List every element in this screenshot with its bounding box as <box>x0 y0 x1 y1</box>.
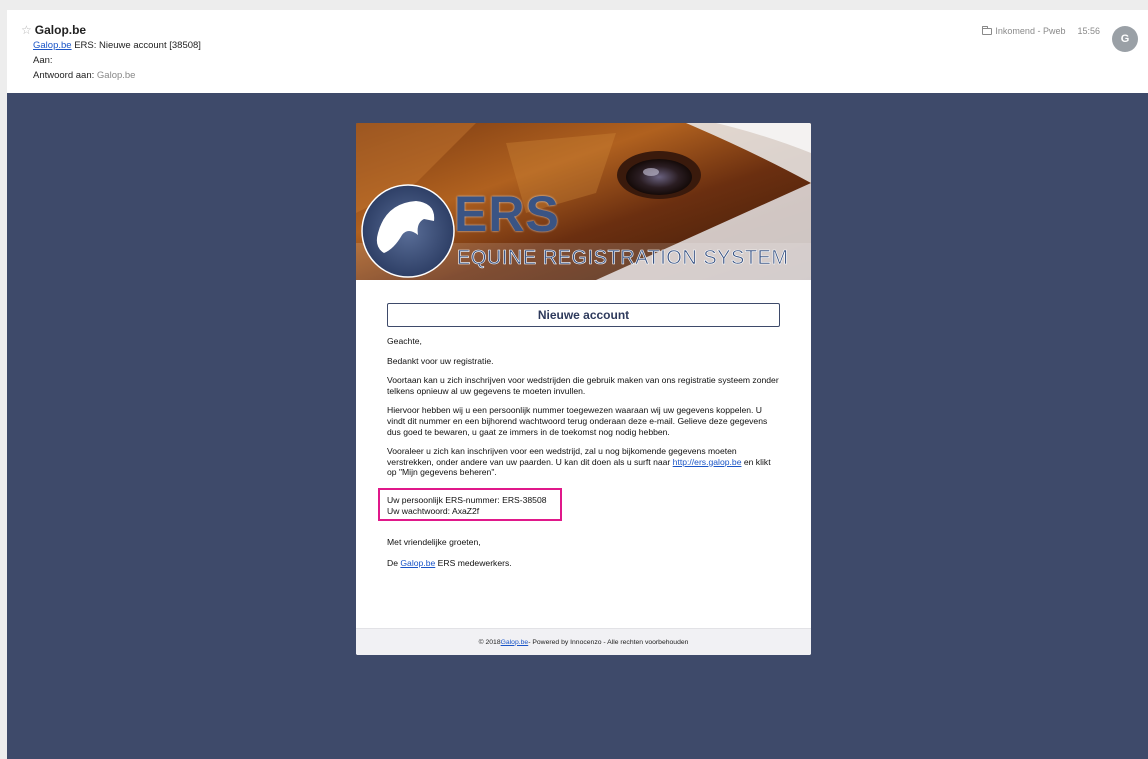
signoff-link[interactable]: Galop.be <box>400 558 435 568</box>
avatar[interactable]: G <box>1112 26 1138 52</box>
footer-copyright: © 2018 <box>478 638 501 646</box>
logo-subtitle: EQUINE REGISTRATION SYSTEM <box>457 247 789 270</box>
greeting: Geachte, <box>387 336 422 346</box>
signoff-text-end: ERS medewerkers. <box>435 558 512 568</box>
reply-to-line: Antwoord aan: Galop.be <box>33 70 135 81</box>
sender-name: Galop.be <box>34 23 87 37</box>
folder-name[interactable]: Inkomend - Pweb <box>995 26 1065 36</box>
password: Uw wachtwoord: AxaZ2f <box>387 505 480 516</box>
email-title: Nieuwe account <box>387 303 780 327</box>
reply-to-label: Antwoord aan: <box>33 70 95 81</box>
paragraph-registration: Voortaan kan u zich inschrijven voor wed… <box>387 375 779 396</box>
signoff-text: De <box>387 558 401 568</box>
message-time: 15:56 <box>1077 26 1100 36</box>
paragraph-instructions: Vooraleer u zich kan inschrijven voor ee… <box>387 446 782 478</box>
footer-text: - Powered by Innocenzo - Alle rechten vo… <box>528 638 689 646</box>
email-header: ☆ Galop.be Galop.be ERS: Nieuwe account [… <box>7 10 1148 93</box>
ers-site-link[interactable]: http://ers.galop.be <box>673 457 742 467</box>
reply-to-value[interactable]: Galop.be <box>97 70 136 81</box>
folder-icon <box>982 25 993 35</box>
paragraph-personal-number: Hiervoor hebben wij u een persoonlijk nu… <box>387 405 768 437</box>
subject-line: Galop.be ERS: Nieuwe account [38508] <box>33 40 201 51</box>
email-footer: © 2018 Galop.be - Powered by Innocenzo -… <box>356 628 811 655</box>
credentials: Uw persoonlijk ERS-nummer: ERS-38508 Uw … <box>387 495 547 516</box>
email-content: Geachte, Bedankt voor uw registratie. Vo… <box>387 336 782 487</box>
header-banner: ERS EQUINE REGISTRATION SYSTEM <box>356 123 811 280</box>
closing: Met vriendelijke groeten, <box>387 537 481 547</box>
to-label: Aan: <box>33 55 53 66</box>
star-icon[interactable]: ☆ <box>21 23 32 37</box>
ers-number: Uw persoonlijk ERS-nummer: ERS-38508 <box>387 495 547 505</box>
email-card: ERS EQUINE REGISTRATION SYSTEM Nieuwe ac… <box>356 123 811 655</box>
message-meta: Inkomend - Pweb 15:56 <box>982 25 1100 36</box>
sender-line: ☆ Galop.be <box>21 23 86 37</box>
signoff: De Galop.be ERS medewerkers. <box>387 558 512 569</box>
sender-link[interactable]: Galop.be <box>33 40 72 51</box>
footer-link[interactable]: Galop.be <box>501 639 529 646</box>
paragraph-thanks: Bedankt voor uw registratie. <box>387 355 494 366</box>
logo-text: ERS <box>454 186 560 242</box>
subject-text: ERS: Nieuwe account [38508] <box>71 40 201 51</box>
